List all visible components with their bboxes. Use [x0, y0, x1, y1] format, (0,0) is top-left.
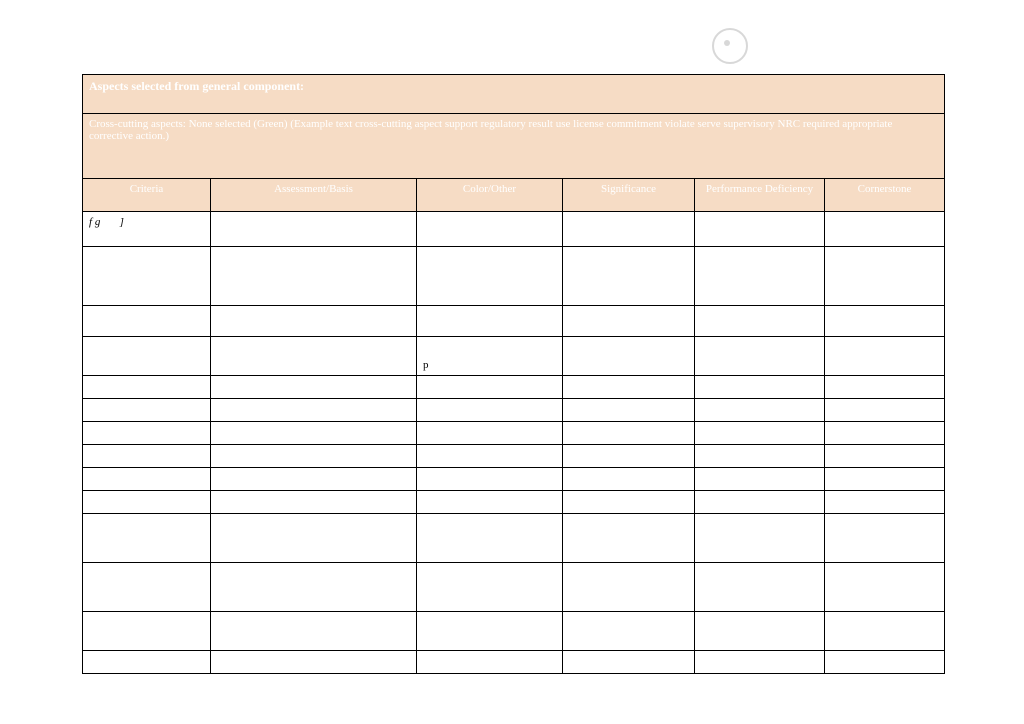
table-cell	[417, 212, 563, 247]
table-cell	[83, 651, 211, 674]
table-cell	[695, 612, 825, 651]
table-cell	[563, 399, 695, 422]
table-cell	[695, 306, 825, 337]
table-title: Aspects selected from general component:	[83, 75, 945, 114]
table-cell	[417, 468, 563, 491]
table-cell	[695, 563, 825, 612]
table-cell	[695, 399, 825, 422]
table-cell	[825, 491, 945, 514]
table-cell	[825, 468, 945, 491]
table-cell: The inspectors determined	[211, 337, 417, 376]
table-cell	[211, 514, 417, 563]
table-cell	[695, 445, 825, 468]
table-cell	[417, 422, 563, 445]
assessment-table: Aspects selected from general component:…	[82, 74, 945, 674]
table-cell	[83, 563, 211, 612]
col-header-6: Cornerstone	[825, 179, 945, 212]
table-cell: More than minor because	[83, 247, 211, 306]
table-cell	[211, 376, 417, 399]
table-cell	[563, 306, 695, 337]
table-cell	[211, 212, 417, 247]
table-cell: p	[417, 337, 563, 376]
table-cell	[417, 514, 563, 563]
col-header-4: Significance	[563, 179, 695, 212]
table-cell	[83, 491, 211, 514]
table-cell	[211, 399, 417, 422]
table-cell	[825, 376, 945, 399]
table-cell	[211, 422, 417, 445]
table-cell	[417, 399, 563, 422]
table-cell	[825, 445, 945, 468]
table-cell	[83, 306, 211, 337]
table-cell	[417, 445, 563, 468]
table-cell	[825, 422, 945, 445]
table-cell	[695, 514, 825, 563]
table-cell	[563, 514, 695, 563]
table-cell	[417, 376, 563, 399]
seal-icon	[712, 28, 748, 64]
table-cell	[83, 422, 211, 445]
col-header-2: Assessment/Basis	[211, 179, 417, 212]
table-cell	[83, 337, 211, 376]
table-cell	[417, 563, 563, 612]
table-cell	[695, 376, 825, 399]
table-cell	[417, 651, 563, 674]
table-cell	[825, 247, 945, 306]
table-cell	[563, 468, 695, 491]
table-cell	[211, 491, 417, 514]
table-cell	[825, 306, 945, 337]
table-cell	[211, 612, 417, 651]
table-cell	[211, 468, 417, 491]
table-cell	[695, 422, 825, 445]
table-cell	[83, 376, 211, 399]
table-cell	[83, 612, 211, 651]
table-cell	[563, 563, 695, 612]
table-cell	[211, 445, 417, 468]
table-cell	[825, 612, 945, 651]
table-cell	[83, 399, 211, 422]
table-cell	[563, 445, 695, 468]
table-cell: Green	[417, 247, 563, 306]
table-cell	[695, 491, 825, 514]
table-cell	[83, 514, 211, 563]
table-cell	[417, 491, 563, 514]
table-description: Cross-cutting aspects: None selected (Gr…	[83, 114, 945, 179]
table-cell	[83, 468, 211, 491]
col-header-5: Performance Deficiency	[695, 179, 825, 212]
table-cell	[825, 337, 945, 376]
table-cell	[563, 491, 695, 514]
table-cell	[825, 514, 945, 563]
table-cell	[417, 612, 563, 651]
table-cell: Yes	[695, 212, 825, 247]
table-cell: Associated with the Initiating Events an…	[211, 247, 417, 306]
table-cell	[695, 651, 825, 674]
table-cell	[211, 651, 417, 674]
table-cell	[563, 212, 695, 247]
col-header-3: Color/Other	[417, 179, 563, 212]
table-cell	[563, 651, 695, 674]
table-cell	[563, 247, 695, 306]
table-cell: f g ]	[83, 212, 211, 247]
table-cell	[695, 468, 825, 491]
col-header-1: Criteria	[83, 179, 211, 212]
table-cell	[825, 212, 945, 247]
table-cell	[563, 376, 695, 399]
table-cell	[825, 651, 945, 674]
table-cell	[695, 247, 825, 306]
table-cell	[211, 306, 417, 337]
table-cell	[825, 399, 945, 422]
table-cell	[563, 337, 695, 376]
table-cell	[211, 563, 417, 612]
table-cell	[563, 422, 695, 445]
table-cell	[563, 612, 695, 651]
table-cell	[417, 306, 563, 337]
table-cell: Yes	[695, 337, 825, 376]
table-cell	[83, 445, 211, 468]
table-cell	[825, 563, 945, 612]
